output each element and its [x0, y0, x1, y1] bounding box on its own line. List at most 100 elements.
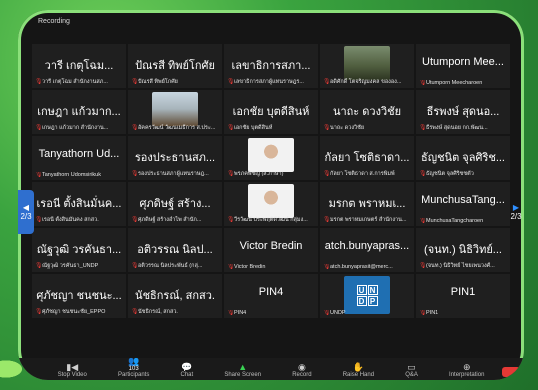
participant-gallery: วารี เกตุโฉม... 🎙 วารี เกตุโฉม สำนักงานสภ.… [32, 44, 510, 364]
participants-button[interactable]: 👥 103 Participants [118, 356, 149, 380]
participant-tile[interactable]: 🎙 อัคครวัฒน์ วัฒนเมธีการ ส.ประ... [128, 90, 222, 134]
toolbar-label: Interpretation [449, 372, 485, 378]
raise-hand-icon: ✋ [352, 362, 364, 372]
participant-name: เลขาธิการสภา... [231, 60, 311, 72]
participant-name: เรอนี ตั้งสินมั่นค... [36, 198, 122, 210]
participant-label-text: ศุภัชญา ชนชนะชัย_EPPO [42, 309, 106, 315]
participant-label-text: มรกต พราหมเกษตร์ สำนักงาน... [330, 217, 407, 223]
participant-label: 🎙 เกษฎา แก้วมาก สำนักงาน... [35, 124, 124, 132]
participant-tile[interactable]: U N D P 🎙 UNDP [320, 274, 414, 318]
participant-tile[interactable]: ณัฐวุฒิ วรคันธา... 🎙 ณัฐวุฒิ วรคันธา_UNDP [32, 228, 126, 272]
raise-hand-button[interactable]: ✋ Raise Hand [343, 362, 374, 380]
mic-muted-icon: 🎙 [35, 79, 43, 85]
next-page-button[interactable]: ▶ 2/3 [508, 190, 524, 234]
participant-tile[interactable]: เอกชัย บุตดีสินห์ 🎙 เอกชัย บุตดีสินห์ [224, 90, 318, 134]
toolbar-label: Record [292, 372, 312, 378]
participant-tile[interactable]: อติวรรณ นิลป... 🎙 อติวรรณ นิลประพันธ์ (กลุ… [128, 228, 222, 272]
participant-tile[interactable]: วารี เกตุโฉม... 🎙 วารี เกตุโฉม สำนักงานสภ.… [32, 44, 126, 88]
participant-name: Victor Bredin [239, 240, 303, 252]
participant-tile[interactable]: Victor Bredin 🎙 Victor Bredin [224, 228, 318, 272]
mic-muted-icon: 🎙 [323, 217, 331, 223]
participant-label-text: (จนท.) นิธิวิทย์ ไชยเพนวงศ์... [426, 263, 495, 269]
participant-tile[interactable]: ปัณรสี ทิพย์โกศัย 🎙 ปัณรสี ทิพย์โกศัย [128, 44, 222, 88]
share-screen-icon: ▲ [238, 362, 248, 372]
participant-tile[interactable]: รองประธานสภ... 🎙 รองประธานสภาผู้แทนราษฎ... [128, 136, 222, 180]
participant-label-text: เรอนี ตั้งสินมั่นคง สกสว. [42, 217, 99, 223]
undp-logo-letter: P [367, 295, 378, 306]
participant-name: อติวรรณ นิลป... [137, 244, 213, 256]
participant-tile[interactable]: ศุภดิษฐ์ สร้าง... 🎙 ศุภดิษฐ์ สร้างอำไพ สำน… [128, 182, 222, 226]
participant-name: รองประธานสภ... [134, 152, 216, 164]
participant-name: นาถะ ดวงวิชัย [332, 106, 402, 118]
participant-tile[interactable]: นัชธิกรณ์, สกสว. 🎙 นัชธิกรณ์, สกสว. [128, 274, 222, 318]
participant-label: 🎙 กัลยา โซติธาดา ส.การพิมพ์ [323, 170, 412, 178]
participant-tile[interactable]: Tanyathorn Ud... 🎙 Tanyathorn Udomsirikuk [32, 136, 126, 180]
participant-label-text: Tanyathorn Udomsirikuk [42, 172, 101, 178]
participant-tile[interactable]: เกษฎา แก้วมาก... 🎙 เกษฎา แก้วมาก สำนักงาน.… [32, 90, 126, 134]
participant-label: 🎙 วีรวัฒน์ ประพฤติดีวัฒน์ กลุ่มง... [227, 216, 316, 224]
participant-tile[interactable]: (จนท.) นิธิวิทย์... 🎙 (จนท.) นิธิวิทย์ ไชย… [416, 228, 510, 272]
zoom-meeting-window: Recording วารี เกตุโฉม... 🎙 วารี เกตุโฉม ส… [18, 10, 524, 380]
participant-tile[interactable]: MunchusaTang... 🎙 MunchusaTangcharoen [416, 182, 510, 226]
participant-name: (จนท.) นิธิวิทย์... [424, 244, 502, 256]
participant-name: ศุภดิษฐ์ สร้าง... [139, 198, 211, 210]
mic-muted-icon: 🎙 [227, 264, 235, 270]
participant-label: 🎙 (จนท.) นิธิวิทย์ ไชยเพนวงศ์... [419, 262, 508, 270]
mic-muted-icon: 🎙 [323, 171, 331, 177]
participant-tile[interactable]: ธีรพงษ์ สุดนอ... 🎙 ธีรพงษ์ สุดนอย กก.พัฒน.… [416, 90, 510, 134]
stop-video-button[interactable]: ▮◀ Stop Video [58, 362, 87, 380]
participant-tile[interactable]: นาถะ ดวงวิชัย 🎙 นาถะ ดวงวิชัย [320, 90, 414, 134]
participant-label: 🎙 PIN1 [419, 310, 508, 316]
participant-label-text: เอกชัย บุตดีสินห์ [234, 125, 273, 131]
participant-label: 🎙 ศุภดิษฐ์ สร้างอำไพ สำนัก... [131, 216, 220, 224]
participant-label: 🎙 ณัฐวุฒิ วรคันธา_UNDP [35, 262, 124, 270]
participant-name: เกษฎา แก้วมาก... [37, 106, 121, 118]
chevron-right-icon: ▶ [512, 203, 520, 212]
participant-tile[interactable]: 🎙 อดิศักดิ์ โตจริญมงคล ขององ... [320, 44, 414, 88]
record-button[interactable]: ◉ Record [292, 362, 311, 380]
interpretation-button[interactable]: ⊕ Interpretation [449, 362, 484, 380]
mic-muted-icon: 🎙 [227, 79, 235, 85]
chat-icon: 💬 [181, 362, 193, 372]
toolbar-label: Q&A [405, 372, 418, 378]
participant-video [344, 46, 390, 80]
chevron-left-icon: ◀ [22, 203, 30, 212]
participant-name: เอกชัย บุตดีสินห์ [232, 106, 310, 118]
participant-tile[interactable]: มรกต พราหมเ... 🎙 มรกต พราหมเกษตร์ สำนักงาน… [320, 182, 414, 226]
participant-name: PIN4 [258, 286, 284, 298]
share-screen-button[interactable]: ▲ Share Screen [224, 362, 261, 380]
participant-tile[interactable]: 🎙 วีรวัฒน์ ประพฤติดีวัฒน์ กลุ่มง... [224, 182, 318, 226]
participant-tile[interactable]: ศุภัชญา ชนชนะ... 🎙 ศุภัชญา ชนชนะชัย_EPPO [32, 274, 126, 318]
participant-label: 🎙 พรภคพิชญ์ (ส.ภาษา) [227, 170, 316, 178]
mic-muted-icon: 🎙 [131, 217, 139, 223]
participant-tile[interactable]: atch.bunyapras... 🎙 atch.bunyaprasit@merc.… [320, 228, 414, 272]
participant-label: 🎙 อัคครวัฒน์ วัฒนเมธีการ ส.ประ... [131, 124, 220, 132]
participant-tile[interactable]: PIN1 🎙 PIN1 [416, 274, 510, 318]
page-indicator-right: 2/3 [510, 212, 522, 221]
chat-button[interactable]: 💬 Chat [181, 362, 194, 380]
participant-tile[interactable]: ธัญชนิต จุลศิริช... 🎙 ธัญชนิต จุลศิริชชตั๋… [416, 136, 510, 180]
participant-label: 🎙 นัชธิกรณ์, สกสว. [131, 308, 220, 316]
participant-tile[interactable]: เรอนี ตั้งสินมั่นค... 🎙 เรอนี ตั้งสินมั่นค… [32, 182, 126, 226]
end-meeting-button[interactable] [502, 367, 520, 377]
participant-label: 🎙 เรอนี ตั้งสินมั่นคง สกสว. [35, 216, 124, 224]
participant-label-text: อัคครวัฒน์ วัฒนเมธีการ ส.ประ... [138, 125, 216, 131]
q-a-button[interactable]: ▭ Q&A [405, 362, 418, 380]
participant-tile[interactable]: กัลยา โซติธาดา... 🎙 กัลยา โซติธาดา ส.การพิ… [320, 136, 414, 180]
participant-label-text: Victor Bredin [234, 264, 266, 270]
participant-label-text: อดิศักดิ์ โตจริญมงคล ขององ... [330, 79, 402, 85]
participant-tile[interactable]: PIN4 🎙 PIN4 [224, 274, 318, 318]
previous-page-button[interactable]: ◀ 2/3 [18, 190, 34, 234]
participant-name: นัชธิกรณ์, สกสว. [135, 290, 215, 302]
mic-muted-icon: 🎙 [323, 264, 331, 270]
participant-name: ธีรพงษ์ สุดนอ... [426, 106, 500, 118]
participant-name: ศุภัชญา ชนชนะ... [36, 290, 122, 302]
participant-tile[interactable]: Utumporn Mee... 🎙 Utumporn Meecharoen [416, 44, 510, 88]
mic-muted-icon: 🎙 [323, 310, 331, 316]
participant-tile[interactable]: เลขาธิการสภา... 🎙 เลขาธิการสภาผู้แทนราษฎร.… [224, 44, 318, 88]
participant-label-text: ธีรพงษ์ สุดนอย กก.พัฒน... [426, 125, 488, 131]
undp-logo-letter: N [367, 284, 378, 295]
participant-label: 🎙 เลขาธิการสภาผู้แทนราษฎร... [227, 78, 316, 86]
participant-label-text: พรภคพิชญ์ (ส.ภาษา) [234, 171, 284, 177]
participant-tile[interactable]: 🎙 พรภคพิชญ์ (ส.ภาษา) [224, 136, 318, 180]
